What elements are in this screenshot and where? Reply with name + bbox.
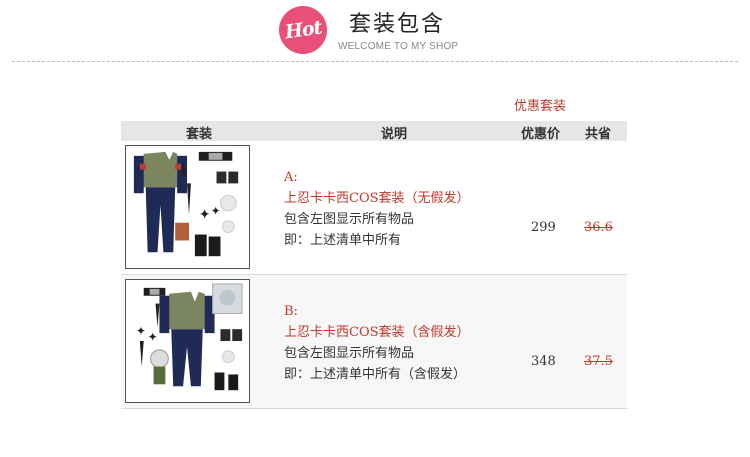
col-header-saving: 共省: [585, 127, 612, 142]
package-table: 套装 说明 优惠价 共省 ✦ ✦ A: 上忍卡卡西COS套装（无假发） 包含左图…: [121, 121, 627, 409]
package-name: 上忍卡卡西COS套装（无假发）: [284, 191, 470, 206]
table-row: ✦ ✦ A: 上忍卡卡西COS套装（无假发） 包含左图显示所有物品 即：上述清单…: [121, 141, 627, 275]
svg-text:✦: ✦: [211, 204, 221, 218]
hot-badge-icon: Hot: [279, 6, 327, 54]
package-option-label: B:: [284, 304, 298, 319]
section-subtitle: WELCOME TO MY SHOP: [338, 41, 459, 52]
svg-text:✦: ✦: [136, 324, 146, 338]
package-saving: 37.5: [584, 354, 613, 369]
col-header-price: 优惠价: [521, 127, 561, 142]
costume-set-a-image: ✦ ✦: [126, 146, 249, 268]
table-row: ✦ ✦ B: 上忍卡卡西COS套装（含假发） 包含左图显示所有物品 即：上述清单…: [121, 275, 627, 409]
package-note-1: 包含左图显示所有物品: [284, 346, 415, 361]
col-header-package: 套装: [186, 127, 213, 142]
package-saving: 36.6: [584, 220, 613, 235]
package-note-2: 即：上述清单中所有（含假发）: [284, 367, 467, 382]
product-image[interactable]: ✦ ✦: [125, 279, 250, 403]
header-divider: [12, 61, 738, 62]
package-price: 299: [531, 220, 556, 235]
svg-text:✦: ✦: [199, 207, 211, 223]
svg-text:✦: ✦: [148, 330, 158, 344]
costume-set-b-image: ✦ ✦: [126, 280, 249, 402]
package-price: 348: [531, 354, 556, 369]
table-header: 套装 说明 优惠价 共省: [121, 121, 627, 142]
hot-badge-text: Hot: [283, 16, 323, 44]
shop-header: Hot 套装包含 WELCOME TO MY SHOP: [0, 0, 750, 62]
package-note-1: 包含左图显示所有物品: [284, 212, 415, 227]
package-description: A: 上忍卡卡西COS套装（无假发） 包含左图显示所有物品 即：上述清单中所有: [284, 167, 470, 251]
package-name: 上忍卡卡西COS套装（含假发）: [284, 325, 470, 340]
package-option-label: A:: [284, 170, 298, 185]
col-header-description: 说明: [381, 127, 408, 142]
section-title: 套装包含: [349, 12, 446, 37]
product-image[interactable]: ✦ ✦: [125, 145, 250, 269]
package-description: B: 上忍卡卡西COS套装（含假发） 包含左图显示所有物品 即：上述清单中所有（…: [284, 301, 470, 385]
package-note-2: 即：上述清单中所有: [284, 233, 402, 248]
promo-label: 优惠套装: [514, 99, 567, 114]
